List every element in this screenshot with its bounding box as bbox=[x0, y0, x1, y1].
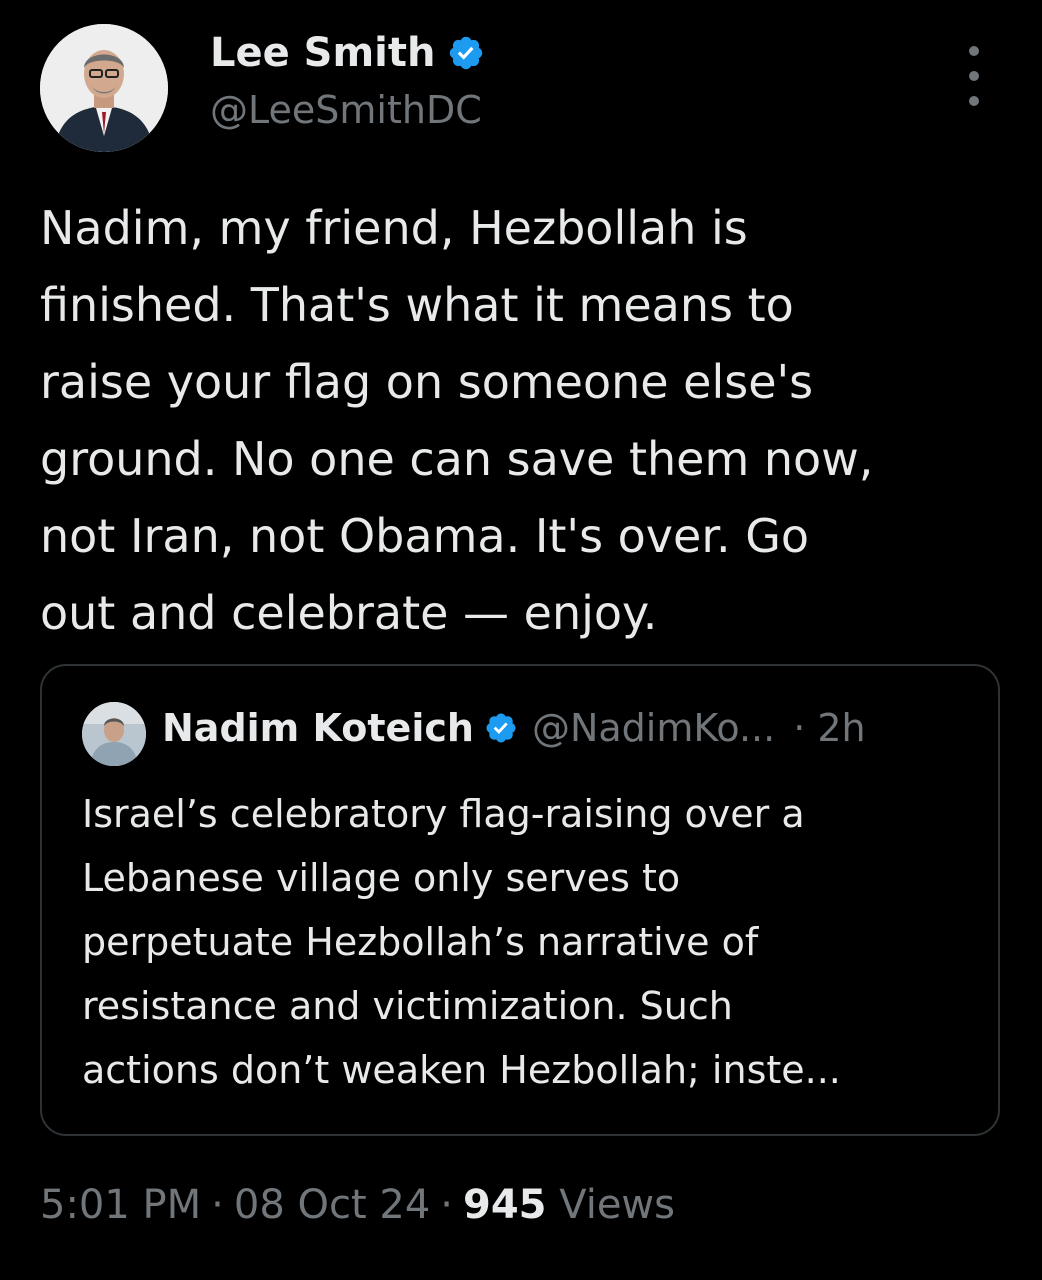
quoted-text-line: Israel’s celebratory flag-raising over a bbox=[82, 792, 805, 836]
quoted-text-line: resistance and victimization. Such bbox=[82, 984, 733, 1028]
tweet-text-line: not Iran, not Obama. It's over. Go bbox=[40, 509, 810, 563]
meta-separator: · bbox=[440, 1182, 453, 1228]
tweet-text-line: out and celebrate — enjoy. bbox=[40, 586, 658, 640]
meta-separator: · bbox=[211, 1182, 224, 1228]
author-handle[interactable]: @LeeSmithDC bbox=[210, 88, 482, 132]
verified-badge-icon bbox=[486, 713, 516, 743]
more-options-button[interactable] bbox=[950, 46, 998, 106]
tweet-time[interactable]: 5:01 PM bbox=[40, 1182, 201, 1228]
tweet-date[interactable]: 08 Oct 24 bbox=[234, 1182, 430, 1228]
quoted-text-line: Lebanese village only serves to bbox=[82, 856, 681, 900]
quoted-author-avatar-image bbox=[82, 702, 146, 766]
quoted-text-line: perpetuate Hezbollah’s narrative of bbox=[82, 920, 759, 964]
more-options-icon-dot bbox=[969, 71, 979, 81]
more-options-icon-dot bbox=[969, 96, 979, 106]
views-count: 945 bbox=[463, 1182, 547, 1228]
quoted-author-name: Nadim Koteich bbox=[162, 706, 474, 750]
author-avatar-image bbox=[40, 24, 168, 152]
quoted-tweet-time: · 2h bbox=[793, 706, 866, 750]
tweet-meta: 5:01 PM · 08 Oct 24 · 945 Views bbox=[40, 1182, 675, 1228]
tweet-text-line: finished. That's what it means to bbox=[40, 278, 794, 332]
quoted-text-line: actions don’t weaken Hezbollah; inste... bbox=[82, 1048, 841, 1092]
quoted-author-avatar[interactable] bbox=[82, 702, 146, 766]
tweet-text-line: Nadim, my friend, Hezbollah is bbox=[40, 201, 748, 255]
verified-badge-icon bbox=[450, 36, 483, 70]
tweet-text-line: ground. No one can save them now, bbox=[40, 432, 874, 486]
author-name-text: Lee Smith bbox=[210, 30, 436, 76]
quoted-tweet-text: Israel’s celebratory flag-raising over a… bbox=[82, 782, 982, 1102]
quoted-tweet-header: Nadim Koteich @NadimKo... · 2h bbox=[162, 706, 866, 750]
author-avatar[interactable] bbox=[40, 24, 168, 152]
quoted-author-handle: @NadimKo... bbox=[531, 706, 776, 750]
quoted-tweet-card[interactable]: Nadim Koteich @NadimKo... · 2h Israel’s … bbox=[40, 664, 1000, 1136]
author-display-name[interactable]: Lee Smith bbox=[210, 30, 485, 76]
views-label: Views bbox=[559, 1182, 675, 1228]
tweet-text: Nadim, my friend, Hezbollah is finished.… bbox=[40, 190, 1010, 652]
tweet-text-line: raise your flag on someone else's bbox=[40, 355, 814, 409]
more-options-icon bbox=[969, 46, 979, 56]
